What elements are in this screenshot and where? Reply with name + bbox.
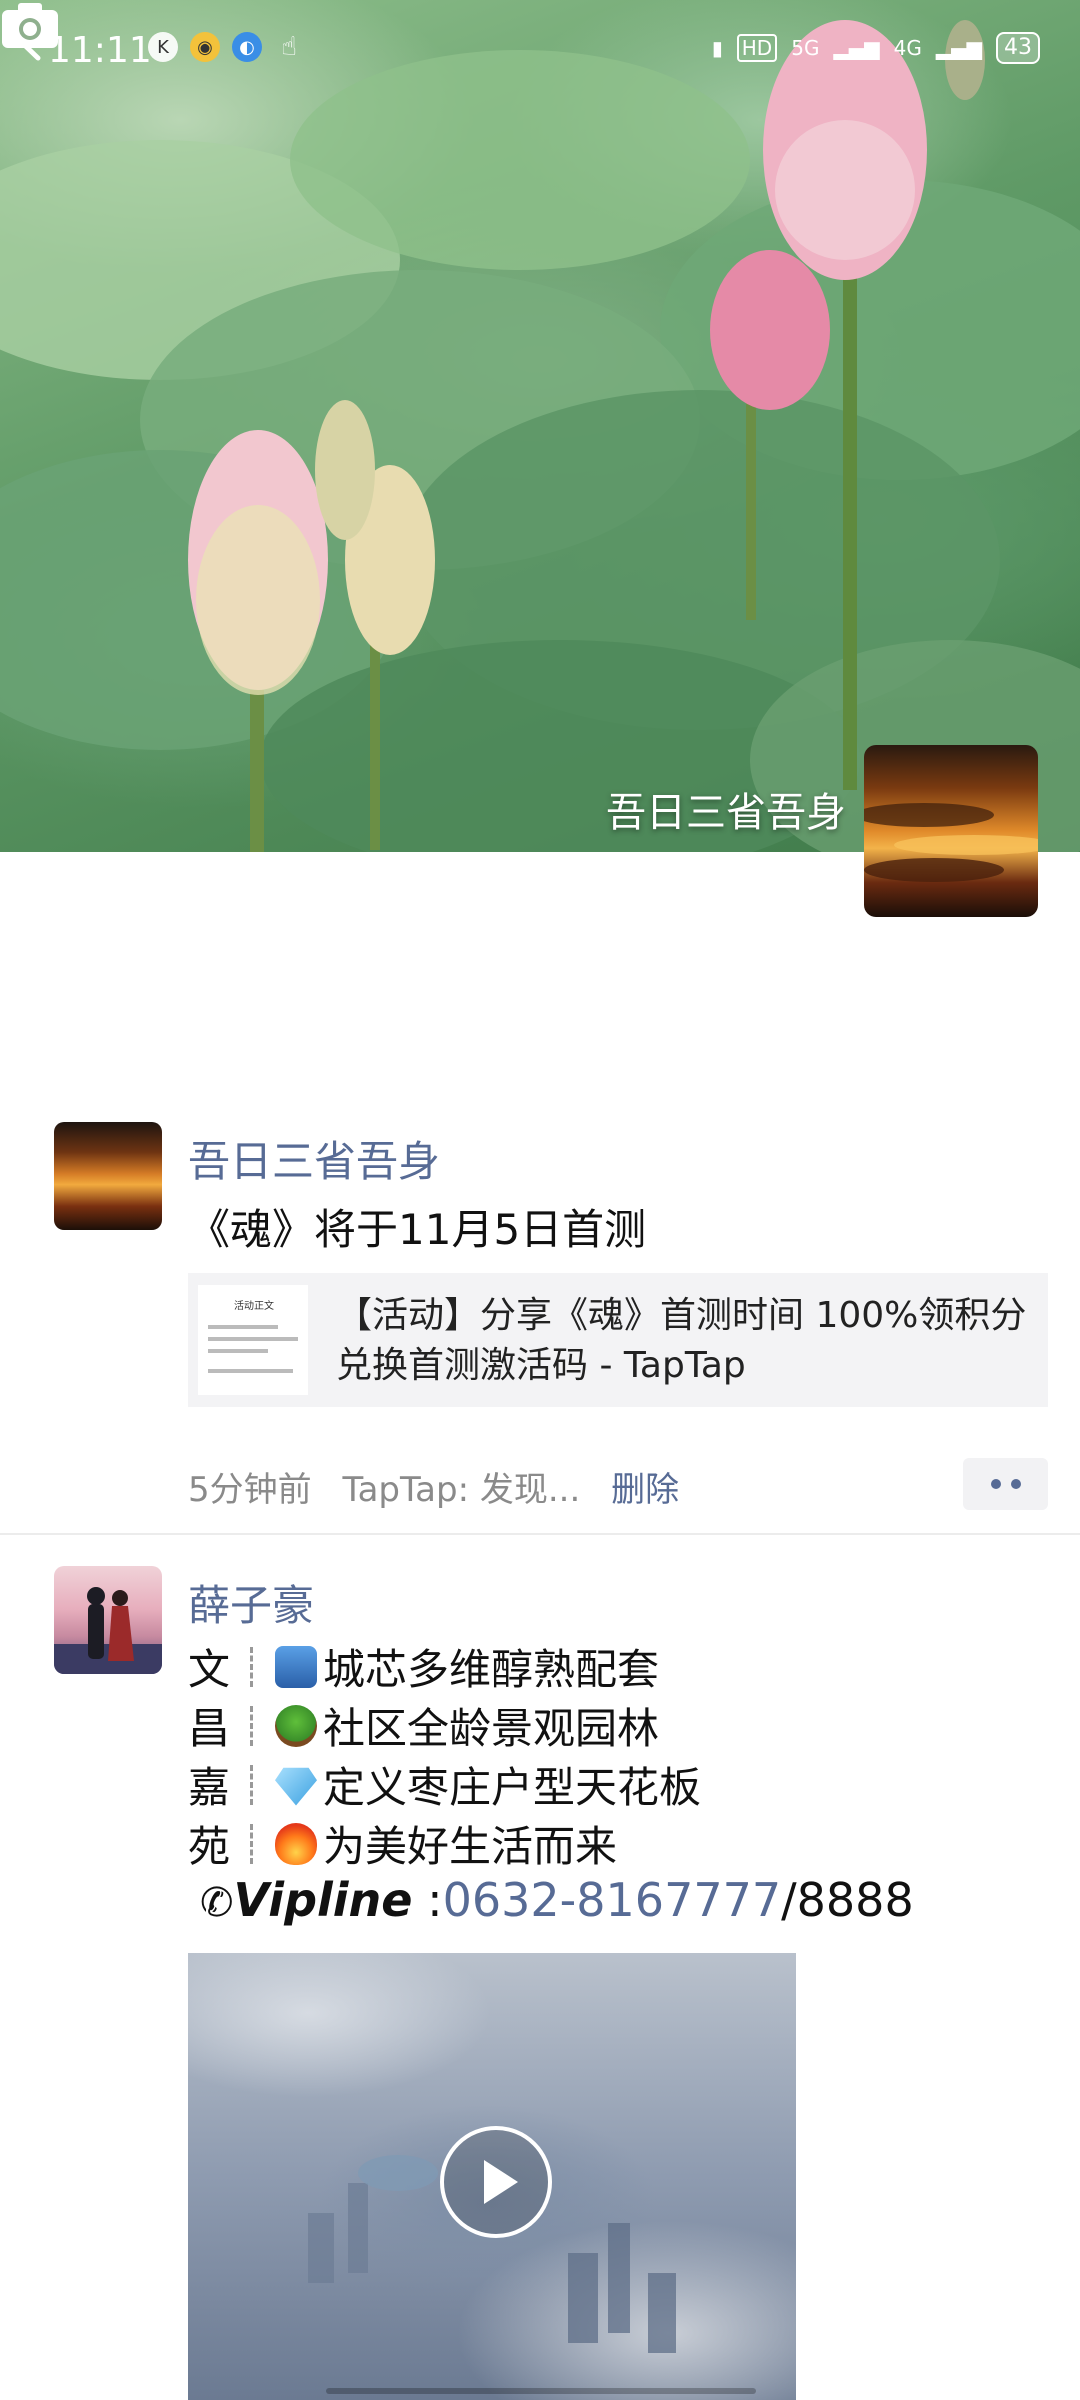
post-line: 嘉 定义枣庄户型天花板 — [188, 1754, 701, 1815]
line-text: 社区全龄景观园林 — [323, 1704, 660, 1753]
line-prefix: 苑 — [188, 1822, 231, 1871]
line-prefix: 昌 — [188, 1704, 231, 1753]
post-time: 5分钟前 — [188, 1470, 312, 1510]
delete-button[interactable]: 删除 — [611, 1470, 679, 1510]
line-text: 定义枣庄户型天花板 — [323, 1763, 702, 1812]
signal-4g: 4G — [893, 36, 922, 60]
battery-indicator: 43 — [996, 32, 1040, 64]
hd-icon: HD — [736, 34, 778, 62]
city-icon — [275, 1645, 317, 1688]
phone-icon: ✆ — [200, 1880, 234, 1926]
signal-5g: 5G — [791, 36, 820, 60]
video-thumbnail[interactable] — [188, 1953, 796, 2400]
vibrate-icon: ▮ — [711, 36, 723, 60]
fire-icon — [275, 1822, 317, 1865]
weibo-icon: ◉ — [190, 32, 220, 62]
phone-suffix: /8888 — [781, 1873, 914, 1927]
vipline-label: Vipline — [233, 1873, 413, 1927]
dot-icon — [1010, 1479, 1021, 1489]
play-icon[interactable] — [440, 2126, 552, 2238]
cover-image[interactable]: 11:11 K ◉ ◐ ☝ ▮ HD 5G ▂▄▆ 4G ▂▄▆ 43 吾日三省… — [0, 0, 1080, 852]
line-prefix: 嘉 — [188, 1763, 231, 1812]
post-text: 《魂》将于11月5日首测 — [188, 1205, 647, 1254]
post-avatar[interactable] — [54, 1566, 162, 1674]
post-author-name[interactable]: 吾日三省吾身 — [188, 1128, 440, 1189]
hand-icon: ☝ — [281, 32, 297, 62]
signal-bars-icon: ▂▄▆ — [935, 36, 982, 60]
link-thumb-title: 活动正文 — [234, 1301, 274, 1312]
line-text: 城芯多维醇熟配套 — [323, 1645, 660, 1694]
post-line: 苑 为美好生活而来 — [188, 1813, 617, 1874]
vipline-sep: : — [427, 1873, 443, 1927]
post-line: 昌 社区全龄景观园林 — [188, 1695, 659, 1756]
line-text: 为美好生活而来 — [323, 1822, 618, 1871]
tree-icon — [275, 1704, 317, 1747]
line-prefix: 文 — [188, 1645, 231, 1694]
k-icon: K — [148, 32, 178, 62]
home-indicator[interactable] — [326, 2388, 756, 2394]
post-divider — [0, 1533, 1080, 1535]
couple-silhouette — [54, 1587, 162, 1674]
post-source[interactable]: TapTap: 发现... — [342, 1470, 580, 1510]
diamond-icon — [275, 1767, 317, 1806]
dot-icon — [990, 1479, 1001, 1489]
link-title: 【活动】分享《魂》首测时间 100%领积分兑换首测激活码 - TapTap — [336, 1295, 1027, 1386]
status-time: 11:11 — [48, 30, 152, 71]
shared-link-card[interactable]: 活动正文 【活动】分享《魂》首测时间 100%领积分兑换首测激活码 - TapT… — [188, 1273, 1048, 1407]
camera-icon[interactable] — [0, 0, 60, 50]
post-line: 文 城芯多维醇熟配套 — [188, 1636, 659, 1697]
cover-username: 吾日三省吾身 — [606, 790, 846, 836]
browser-icon: ◐ — [232, 32, 262, 62]
link-thumbnail: 活动正文 — [198, 1285, 308, 1395]
post-avatar[interactable] — [54, 1122, 162, 1230]
post-author-name[interactable]: 薛子豪 — [188, 1572, 314, 1633]
sunset-avatar-art — [864, 803, 1038, 882]
more-actions-button[interactable] — [963, 1458, 1048, 1510]
cover-avatar[interactable] — [864, 745, 1038, 917]
post-meta: 5分钟前 TapTap: 发现... 删除 — [188, 1462, 679, 1511]
vipline-contact: ✆Vipline :0632-8167777/8888 — [200, 1873, 914, 1927]
lotus-illustration — [0, 20, 1080, 852]
status-bar: 11:11 K ◉ ◐ ☝ ▮ HD 5G ▂▄▆ 4G ▂▄▆ 43 — [0, 0, 1080, 100]
signal-bars-icon: ▂▄▆ — [833, 36, 880, 60]
phone-number-link[interactable]: 0632-8167777 — [443, 1873, 782, 1927]
